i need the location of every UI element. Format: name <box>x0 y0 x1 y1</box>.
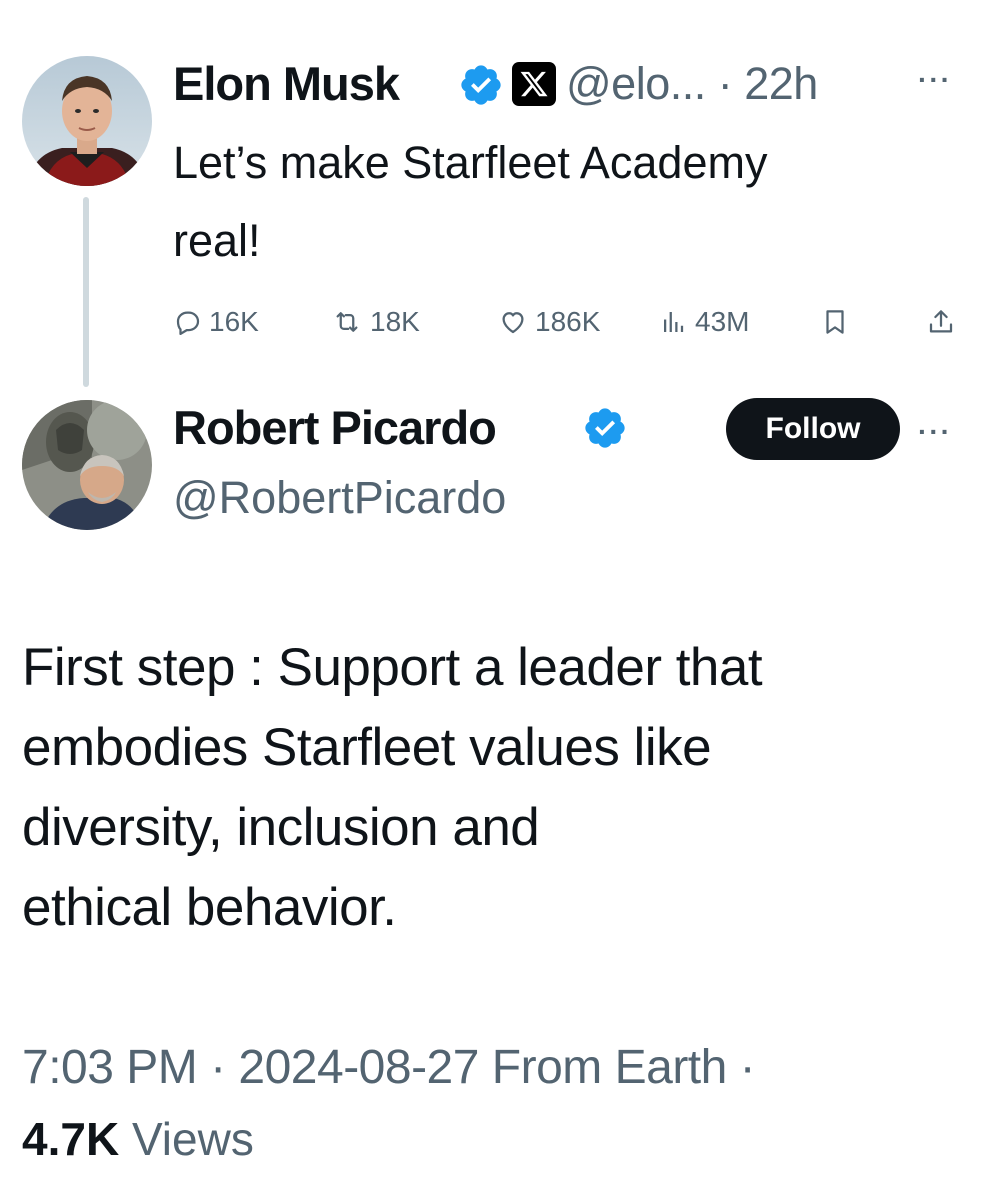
more-options-icon[interactable]: ··· <box>918 416 952 448</box>
reply-button[interactable]: 16K <box>173 306 259 338</box>
bar-chart-icon <box>664 312 684 332</box>
share-icon <box>929 310 953 333</box>
repost-button[interactable]: 18K <box>330 306 420 338</box>
share-button[interactable] <box>926 306 962 338</box>
heart-icon <box>502 312 524 334</box>
verified-badge-icon[interactable] <box>582 405 628 451</box>
like-button[interactable]: 186K <box>497 306 600 338</box>
verified-badge-icon[interactable] <box>458 62 504 108</box>
more-options-icon[interactable]: ··· <box>918 64 952 96</box>
reply-icon <box>176 311 200 335</box>
tweet-text-line: diversity, inclusion and <box>22 798 540 857</box>
tweet-text-line: ethical behavior. <box>22 878 397 937</box>
tweet-text-line: real! <box>173 215 261 266</box>
avatar-image <box>22 400 152 530</box>
bookmark-button[interactable] <box>820 306 856 338</box>
tweet-text-line: embodies Starfleet values like <box>22 718 712 777</box>
views-label: Views <box>131 1113 254 1165</box>
like-count: 186K <box>535 306 601 337</box>
avatar-robert-picardo[interactable] <box>22 400 152 530</box>
author-name[interactable]: Robert Picardo <box>173 400 497 455</box>
reply-count: 16K <box>209 306 259 337</box>
avatar-elon-musk[interactable] <box>22 56 152 186</box>
x-logo-icon[interactable] <box>512 62 556 106</box>
bookmark-icon <box>826 310 844 334</box>
avatar-image <box>22 56 152 186</box>
tweet-view-count: 4.7K Views <box>22 1112 254 1166</box>
views-button[interactable]: 43M <box>659 306 749 338</box>
author-handle[interactable]: @RobertPicardo <box>173 472 506 524</box>
follow-button[interactable]: Follow <box>726 398 900 460</box>
author-name[interactable]: Elon Musk <box>173 56 400 111</box>
repost-icon <box>336 312 358 332</box>
tweet-text-line: Let’s make Starfleet Academy <box>173 137 768 188</box>
thread-connector-line <box>83 197 89 387</box>
view-count: 43M <box>695 306 750 337</box>
handle-and-timestamp[interactable]: @elo... · 22h <box>566 58 818 110</box>
repost-count: 18K <box>370 306 420 337</box>
tweet-timestamp[interactable]: 7:03 PM · 2024-08-27 From Earth · <box>22 1040 756 1095</box>
tweet-text-line: First step : Support a leader that <box>22 638 763 697</box>
views-count: 4.7K <box>22 1113 120 1165</box>
